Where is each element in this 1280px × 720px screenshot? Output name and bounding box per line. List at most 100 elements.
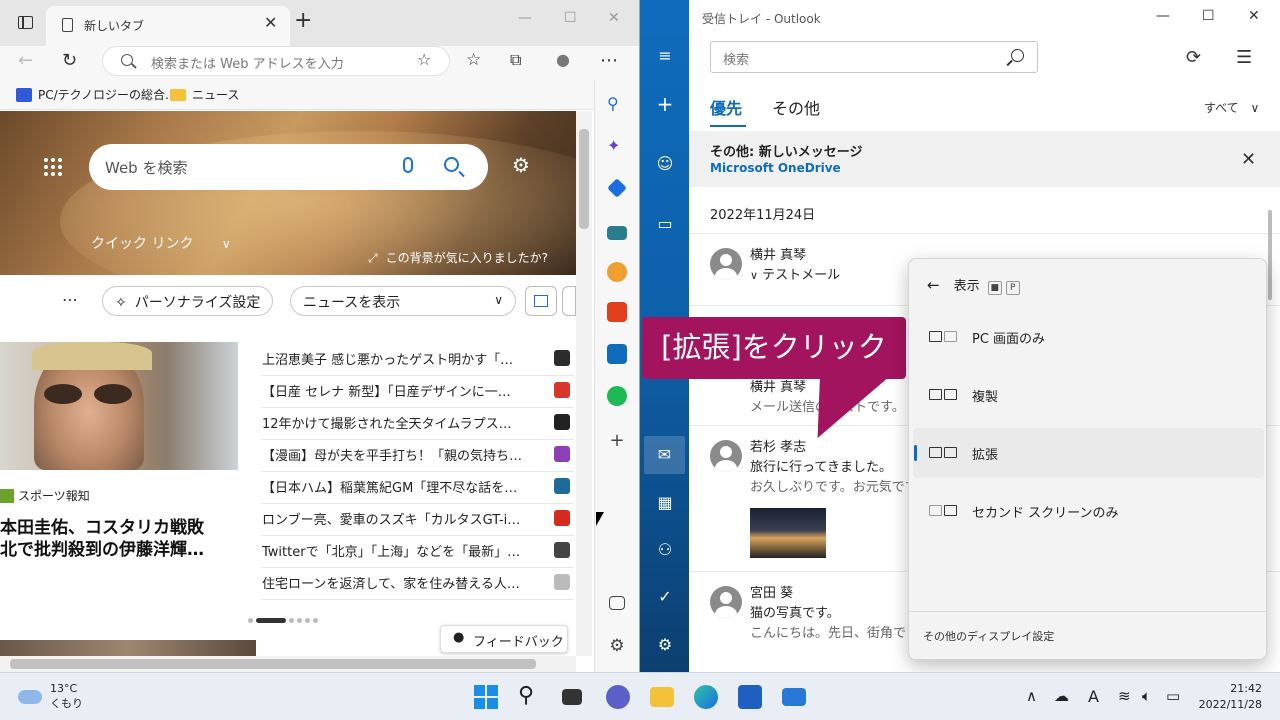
tools-icon[interactable]: [607, 226, 627, 240]
hide-sidebar-icon[interactable]: [609, 596, 625, 610]
clock[interactable]: 21:42 2022/11/28: [1198, 681, 1262, 713]
weather-widget[interactable]: 13°C くもり: [18, 682, 83, 711]
filter-dropdown[interactable]: すべて ∨: [1204, 99, 1259, 116]
news-image[interactable]: [0, 342, 238, 470]
close-icon[interactable]: ✕: [1241, 149, 1256, 170]
option-duplicate[interactable]: 複製: [913, 370, 1264, 420]
add-favorite-icon[interactable]: ☆: [417, 50, 431, 69]
new-tab-icon[interactable]: +: [294, 8, 312, 33]
other-notice[interactable]: その他: 新しいメッセージ Microsoft OneDrive ✕: [689, 131, 1280, 187]
new-mail-icon[interactable]: +: [656, 94, 674, 114]
refresh-icon[interactable]: ↻: [62, 50, 77, 71]
close-tab-icon[interactable]: ✕: [264, 13, 277, 32]
profile-icon[interactable]: ●: [556, 50, 570, 69]
option-pc-screen-only[interactable]: PC 画面のみ: [913, 312, 1264, 362]
bookmark-pc-tech[interactable]: PC/テクノロジーの総合…: [16, 86, 177, 103]
search-icon[interactable]: ⚲: [607, 94, 627, 114]
news-list-item[interactable]: 【漫画】母が夫を平手打ち！「親の気持ち…: [262, 440, 574, 472]
news-headline[interactable]: 本田圭佑、コスタリカ戦敗 北で批判殺到の伊藤洋輝…: [0, 517, 240, 561]
people-icon[interactable]: ⚇: [656, 541, 674, 559]
layout-grid-button[interactable]: [525, 286, 557, 316]
personalize-button[interactable]: ✧ パーソナライズ設定: [102, 286, 274, 316]
layout-list-button[interactable]: [562, 286, 576, 316]
news-list-item[interactable]: 12年かけて撮影された全天タイムラプス…: [262, 408, 574, 440]
search-icon[interactable]: [444, 157, 459, 172]
feedback-button[interactable]: ● フィードバック: [440, 625, 568, 653]
more-display-settings-link[interactable]: その他のディスプレイ設定: [923, 628, 1054, 644]
menu-icon[interactable]: ≡: [656, 47, 674, 65]
chat-icon[interactable]: [606, 685, 630, 709]
sync-icon[interactable]: ⟳: [1186, 47, 1201, 68]
address-bar[interactable]: 検索または Web アドレスを入力 ☆: [102, 46, 450, 76]
mail-search-input[interactable]: 検索: [710, 41, 1038, 73]
bookmark-news-folder[interactable]: ニュース: [170, 86, 239, 103]
file-explorer-icon[interactable]: [650, 687, 674, 707]
wifi-icon[interactable]: ≋: [1118, 687, 1131, 705]
tab-focused[interactable]: 優先: [710, 95, 747, 127]
news-list-item[interactable]: 【日本ハム】稲葉篤紀GM「理不尽な話を…: [262, 472, 574, 504]
microphone-icon[interactable]: [403, 157, 413, 173]
page-settings-icon[interactable]: ⚙: [512, 153, 530, 177]
spotify-icon[interactable]: [607, 386, 627, 406]
vertical-scrollbar[interactable]: [576, 111, 592, 656]
add-icon[interactable]: +: [607, 430, 627, 451]
mail-icon[interactable]: ✉: [644, 436, 685, 474]
folder-icon[interactable]: ▭: [656, 215, 674, 233]
tray-overflow-icon[interactable]: ∧: [1026, 687, 1037, 705]
settings-icon[interactable]: ⚙: [656, 636, 674, 654]
close-window-icon[interactable]: ✕: [1248, 8, 1260, 24]
ime-indicator[interactable]: A: [1088, 687, 1099, 706]
collections-icon[interactable]: ⧉: [510, 50, 521, 70]
shopping-tag-icon[interactable]: [607, 178, 627, 198]
mail-app-icon[interactable]: [782, 688, 806, 706]
calendar-icon[interactable]: ▦: [656, 494, 674, 512]
sidebar-settings-icon[interactable]: ⚙: [607, 636, 627, 656]
games-icon[interactable]: [607, 262, 627, 282]
store-icon[interactable]: [738, 685, 762, 709]
quick-links-toggle[interactable]: クイック リンク ∨: [91, 233, 231, 253]
onedrive-icon[interactable]: ☁: [1054, 687, 1069, 705]
volume-icon[interactable]: 🔈︎: [1142, 687, 1151, 705]
horizontal-scrollbar[interactable]: [0, 656, 576, 672]
news-list-item[interactable]: Twitterで「北京」「上海」などを「最新」…: [262, 536, 574, 568]
news-view-dropdown[interactable]: ニュースを表示 ∨: [290, 286, 516, 316]
discover-icon[interactable]: ✦: [607, 136, 627, 156]
maximize-icon[interactable]: ☐: [1202, 8, 1215, 24]
select-mode-icon[interactable]: ☰: [1236, 47, 1252, 68]
apps-grid-icon[interactable]: [44, 158, 62, 176]
account-icon[interactable]: ☺: [656, 155, 674, 173]
carousel-pager[interactable]: [248, 618, 318, 623]
tab-other[interactable]: その他: [772, 95, 820, 119]
more-options-icon[interactable]: ⋯: [62, 290, 78, 309]
office-icon[interactable]: [607, 302, 627, 322]
close-window-icon[interactable]: ✕: [608, 10, 620, 26]
news-list-item[interactable]: ロンブー亮、愛車のスズキ「カルタスGT-i…: [262, 504, 574, 536]
minimize-icon[interactable]: —: [1156, 8, 1170, 24]
back-icon[interactable]: ←: [927, 276, 940, 294]
option-extend[interactable]: 拡張: [913, 428, 1264, 478]
news-list-item[interactable]: 【日産 セレナ 新型】「日産デザインに一…: [262, 376, 574, 408]
clock-date: 2022/11/28: [1198, 698, 1262, 711]
taskbar-search-icon[interactable]: ⚲: [518, 685, 542, 709]
battery-icon[interactable]: ▭: [1166, 687, 1180, 705]
search-icon[interactable]: [1011, 49, 1024, 62]
task-view-icon[interactable]: [562, 689, 582, 705]
more-icon[interactable]: ⋯: [600, 50, 618, 71]
outlook-icon[interactable]: [607, 344, 627, 364]
tab-new[interactable]: 新しいタブ ✕: [46, 6, 290, 46]
maximize-icon[interactable]: ☐: [564, 10, 577, 26]
news-list-item[interactable]: 上沼恵美子 感じ悪かったゲスト明かす「…: [262, 344, 574, 376]
news-list-item[interactable]: 住宅ローンを返済して、家を住み替える人…: [262, 568, 574, 600]
mail-list-scrollbar[interactable]: [1268, 210, 1272, 300]
edge-icon[interactable]: [694, 685, 718, 709]
background-feedback[interactable]: ⤢ この背景が気に入りましたか?: [368, 249, 548, 266]
minimize-icon[interactable]: —: [518, 10, 532, 26]
option-second-screen-only[interactable]: セカンド スクリーンのみ: [913, 486, 1264, 536]
todo-icon[interactable]: ✓: [656, 588, 674, 606]
start-icon[interactable]: [474, 685, 498, 709]
back-icon[interactable]: ←: [18, 50, 33, 71]
favorites-icon[interactable]: ☆: [466, 50, 481, 70]
web-search-box[interactable]: Web を検索: [89, 144, 488, 190]
attachment-thumbnail[interactable]: [750, 508, 826, 558]
tab-actions-icon[interactable]: [18, 16, 33, 29]
